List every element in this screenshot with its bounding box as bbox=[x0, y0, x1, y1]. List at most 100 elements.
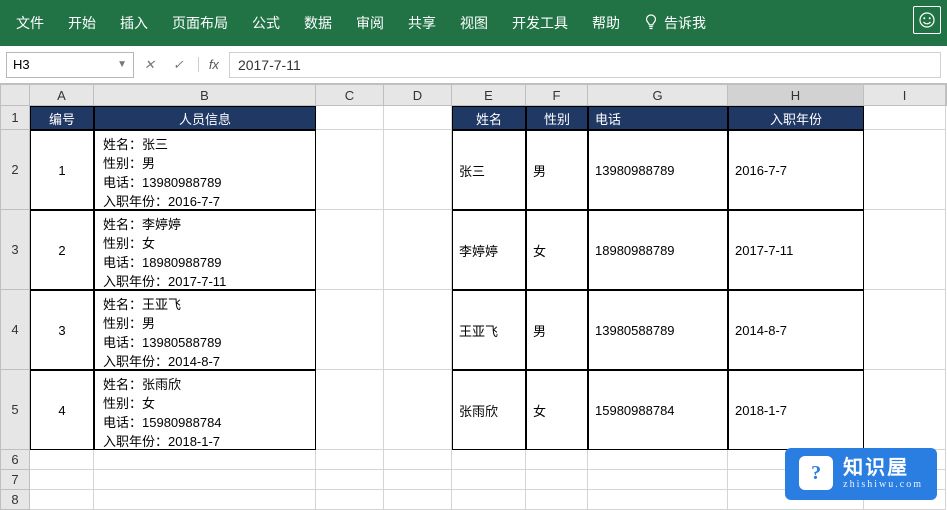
tab-developer[interactable]: 开发工具 bbox=[500, 0, 580, 47]
cell-G1[interactable]: 电话 bbox=[588, 106, 728, 130]
cell-A7[interactable] bbox=[30, 470, 94, 490]
cell-F7[interactable] bbox=[526, 470, 588, 490]
cell-E3[interactable]: 李婷婷 bbox=[452, 210, 526, 290]
cell-F1[interactable]: 性别 bbox=[526, 106, 588, 130]
cell-B7[interactable] bbox=[94, 470, 316, 490]
cell-B4[interactable]: 姓名：王亚飞 性别：男 电话：13980588789 入职年份：2014-8-7 bbox=[94, 290, 316, 370]
rowhead-3[interactable]: 3 bbox=[0, 210, 30, 290]
cell-C4[interactable] bbox=[316, 290, 384, 370]
cell-G5[interactable]: 15980988784 bbox=[588, 370, 728, 450]
cell-D4[interactable] bbox=[384, 290, 452, 370]
cell-H2[interactable]: 2016-7-7 bbox=[728, 130, 864, 210]
tab-data[interactable]: 数据 bbox=[292, 0, 344, 47]
cell-D8[interactable] bbox=[384, 490, 452, 510]
cell-G3[interactable]: 18980988789 bbox=[588, 210, 728, 290]
cell-B2[interactable]: 姓名：张三 性别：男 电话：13980988789 入职年份：2016-7-7 bbox=[94, 130, 316, 210]
cell-C7[interactable] bbox=[316, 470, 384, 490]
colhead-E[interactable]: E bbox=[452, 85, 526, 105]
cell-G4[interactable]: 13980588789 bbox=[588, 290, 728, 370]
fx-button[interactable]: fx bbox=[198, 57, 223, 72]
cell-B5[interactable]: 姓名：张雨欣 性别：女 电话：15980988784 入职年份：2018-1-7 bbox=[94, 370, 316, 450]
cell-E4[interactable]: 王亚飞 bbox=[452, 290, 526, 370]
cell-D7[interactable] bbox=[384, 470, 452, 490]
cell-G6[interactable] bbox=[588, 450, 728, 470]
cell-D3[interactable] bbox=[384, 210, 452, 290]
cell-E7[interactable] bbox=[452, 470, 526, 490]
feedback-button[interactable] bbox=[913, 6, 941, 34]
cell-E5[interactable]: 张雨欣 bbox=[452, 370, 526, 450]
cell-F5[interactable]: 女 bbox=[526, 370, 588, 450]
formula-input[interactable] bbox=[229, 52, 941, 78]
cell-A2[interactable]: 1 bbox=[30, 130, 94, 210]
cell-E2[interactable]: 张三 bbox=[452, 130, 526, 210]
rowhead-1[interactable]: 1 bbox=[0, 106, 30, 130]
cell-F4[interactable]: 男 bbox=[526, 290, 588, 370]
tab-insert[interactable]: 插入 bbox=[108, 0, 160, 47]
cell-C1[interactable] bbox=[316, 106, 384, 130]
cell-I2[interactable] bbox=[864, 130, 946, 210]
tab-home[interactable]: 开始 bbox=[56, 0, 108, 47]
cell-D2[interactable] bbox=[384, 130, 452, 210]
cell-G8[interactable] bbox=[588, 490, 728, 510]
cell-H3[interactable]: 2017-7-11 bbox=[728, 210, 864, 290]
cell-F3[interactable]: 女 bbox=[526, 210, 588, 290]
cell-B1[interactable]: 人员信息 bbox=[94, 106, 316, 130]
tab-formulas[interactable]: 公式 bbox=[240, 0, 292, 47]
colhead-A[interactable]: A bbox=[30, 85, 94, 105]
rowhead-4[interactable]: 4 bbox=[0, 290, 30, 370]
cell-E1[interactable]: 姓名 bbox=[452, 106, 526, 130]
cell-I3[interactable] bbox=[864, 210, 946, 290]
cell-A4[interactable]: 3 bbox=[30, 290, 94, 370]
cell-A5[interactable]: 4 bbox=[30, 370, 94, 450]
cell-C3[interactable] bbox=[316, 210, 384, 290]
cell-H5[interactable]: 2018-1-7 bbox=[728, 370, 864, 450]
select-all-corner[interactable] bbox=[0, 85, 30, 105]
cell-H1[interactable]: 入职年份 bbox=[728, 106, 864, 130]
rowhead-8[interactable]: 8 bbox=[0, 490, 30, 510]
cell-A1[interactable]: 编号 bbox=[30, 106, 94, 130]
colhead-I[interactable]: I bbox=[864, 85, 946, 105]
tab-view[interactable]: 视图 bbox=[448, 0, 500, 47]
tab-help[interactable]: 帮助 bbox=[580, 0, 632, 47]
cell-G7[interactable] bbox=[588, 470, 728, 490]
cell-C6[interactable] bbox=[316, 450, 384, 470]
cell-A6[interactable] bbox=[30, 450, 94, 470]
tab-file[interactable]: 文件 bbox=[4, 0, 56, 47]
cell-D1[interactable] bbox=[384, 106, 452, 130]
cell-D5[interactable] bbox=[384, 370, 452, 450]
rowhead-7[interactable]: 7 bbox=[0, 470, 30, 490]
confirm-formula-button[interactable]: ✓ bbox=[169, 57, 188, 73]
cell-C5[interactable] bbox=[316, 370, 384, 450]
rowhead-2[interactable]: 2 bbox=[0, 130, 30, 210]
cell-C2[interactable] bbox=[316, 130, 384, 210]
colhead-H[interactable]: H bbox=[728, 85, 864, 105]
cell-A8[interactable] bbox=[30, 490, 94, 510]
colhead-F[interactable]: F bbox=[526, 85, 588, 105]
cell-E8[interactable] bbox=[452, 490, 526, 510]
cell-D6[interactable] bbox=[384, 450, 452, 470]
cell-I1[interactable] bbox=[864, 106, 946, 130]
rowhead-6[interactable]: 6 bbox=[0, 450, 30, 470]
cell-A3[interactable]: 2 bbox=[30, 210, 94, 290]
cell-B8[interactable] bbox=[94, 490, 316, 510]
cell-F8[interactable] bbox=[526, 490, 588, 510]
cell-B6[interactable] bbox=[94, 450, 316, 470]
rowhead-5[interactable]: 5 bbox=[0, 370, 30, 450]
tab-pagelayout[interactable]: 页面布局 bbox=[160, 0, 240, 47]
cell-F6[interactable] bbox=[526, 450, 588, 470]
cell-I5[interactable] bbox=[864, 370, 946, 450]
colhead-C[interactable]: C bbox=[316, 85, 384, 105]
cell-G2[interactable]: 13980988789 bbox=[588, 130, 728, 210]
cell-I4[interactable] bbox=[864, 290, 946, 370]
tab-review[interactable]: 审阅 bbox=[344, 0, 396, 47]
colhead-G[interactable]: G bbox=[588, 85, 728, 105]
colhead-D[interactable]: D bbox=[384, 85, 452, 105]
cell-F2[interactable]: 男 bbox=[526, 130, 588, 210]
cell-H4[interactable]: 2014-8-7 bbox=[728, 290, 864, 370]
cell-E6[interactable] bbox=[452, 450, 526, 470]
name-box[interactable]: H3 ▼ bbox=[6, 52, 134, 78]
tell-me[interactable]: 告诉我 bbox=[632, 0, 718, 47]
cell-C8[interactable] bbox=[316, 490, 384, 510]
cancel-formula-button[interactable]: ✕ bbox=[140, 57, 159, 73]
cell-B3[interactable]: 姓名：李婷婷 性别：女 电话：18980988789 入职年份：2017-7-1… bbox=[94, 210, 316, 290]
